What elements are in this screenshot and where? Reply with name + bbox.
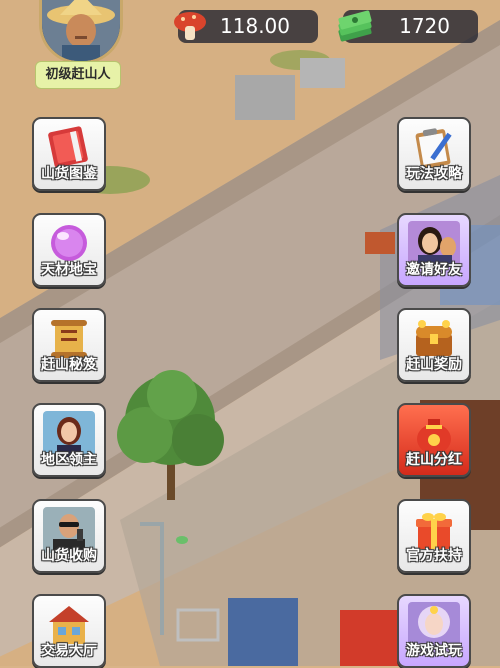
game-trial-label: 游戏试玩 — [406, 643, 462, 659]
secret-guide-label: 赶山秘笈 — [41, 357, 97, 373]
treasures-button[interactable]: 天材地宝 — [32, 213, 106, 287]
farmer-avatar-icon — [42, 0, 120, 61]
gameplay-guide-button[interactable]: 玩法攻略 — [397, 117, 471, 191]
treasures-label: 天材地宝 — [41, 262, 97, 278]
cash-amount: 1720 — [399, 14, 450, 38]
mushroom-currency-display[interactable]: 118.00 — [174, 10, 318, 43]
game-trial-button[interactable]: 游戏试玩 — [397, 594, 471, 668]
top-status-bar: 初级赶山人 118.00 1720 — [0, 0, 500, 95]
mushroom-icon — [174, 12, 206, 40]
goods-purchase-label: 山货收购 — [41, 548, 97, 564]
gameplay-guide-label: 玩法攻略 — [406, 166, 462, 182]
player-rank-badge: 初级赶山人 — [35, 61, 121, 89]
secret-guide-button[interactable]: 赶山秘笈 — [32, 308, 106, 382]
official-support-button[interactable]: 官方扶持 — [397, 499, 471, 573]
regional-lord-button[interactable]: 地区领主 — [32, 403, 106, 477]
regional-lord-label: 地区领主 — [41, 452, 97, 468]
invite-friends-label: 邀请好友 — [406, 262, 462, 278]
trading-hall-label: 交易大厅 — [41, 643, 97, 659]
mountain-goods-catalog-label: 山货图鉴 — [41, 166, 97, 182]
mountain-dividend-label: 赶山分红 — [406, 452, 462, 468]
mountain-dividend-button[interactable]: 赶山分红 — [397, 403, 471, 477]
trading-hall-button[interactable]: 交易大厅 — [32, 594, 106, 668]
mountain-rewards-label: 赶山奖励 — [406, 357, 462, 373]
mushroom-amount: 118.00 — [220, 14, 290, 38]
invite-friends-button[interactable]: 邀请好友 — [397, 213, 471, 287]
player-avatar[interactable] — [39, 0, 123, 64]
mountain-goods-catalog-button[interactable]: 山货图鉴 — [32, 117, 106, 191]
goods-purchase-button[interactable]: 山货收购 — [32, 499, 106, 573]
cash-stack-icon — [338, 10, 372, 42]
official-support-label: 官方扶持 — [406, 548, 462, 564]
cash-currency-display[interactable]: 1720 — [338, 10, 478, 43]
mountain-rewards-button[interactable]: 赶山奖励 — [397, 308, 471, 382]
